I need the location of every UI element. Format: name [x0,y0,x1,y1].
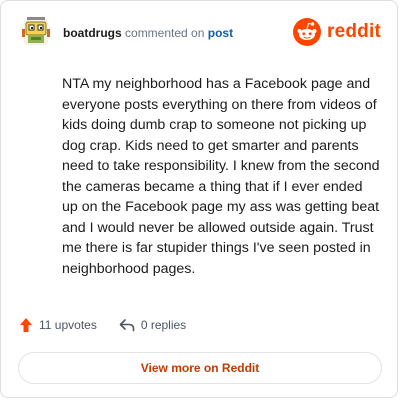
reply-count: 0 replies [140,318,187,332]
robot-avatar-icon[interactable] [19,15,53,49]
reply-arrow-icon [119,319,135,332]
username-link[interactable]: boatdrugs [63,26,122,40]
reddit-brand[interactable]: reddit [293,18,381,46]
upvote-button[interactable]: 11 upvotes [19,317,97,333]
view-more-button[interactable]: View more on Reddit [18,352,382,384]
upvote-arrow-icon [20,318,32,332]
comment-body: NTA my neighborhood has a Facebook page … [62,76,380,277]
reply-button[interactable]: 0 replies [119,318,186,332]
reddit-wordmark: reddit [327,21,381,42]
upvote-count: 11 upvotes [39,318,97,332]
comment-card: boatdrugs commented on post reddit NTA m… [0,0,398,398]
comment-actions: 11 upvotes 0 replies [19,317,186,333]
action-text: commented on [125,26,205,40]
reddit-snoo-icon [293,18,322,46]
comment-header: boatdrugs commented on post [63,26,233,40]
post-link[interactable]: post [208,26,233,40]
